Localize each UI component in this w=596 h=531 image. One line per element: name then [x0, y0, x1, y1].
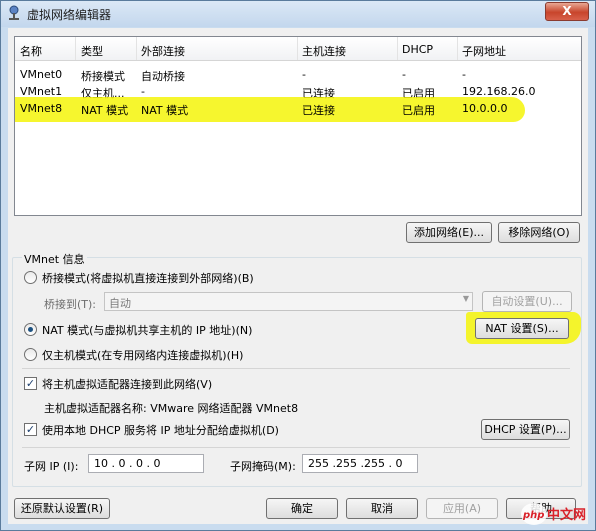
subnet-mask-field[interactable]: 255 .255 .255 . 0	[302, 454, 418, 473]
bridged-to-label: 桥接到(T):	[44, 298, 97, 311]
chevron-down-icon: ▼	[462, 294, 469, 303]
php-watermark-logo: php 中文网	[521, 503, 586, 525]
svg-text:中文网: 中文网	[547, 507, 586, 523]
subnet-ip-field[interactable]: 10 . 0 . 0 . 0	[88, 454, 204, 473]
use-dhcp-checkbox[interactable]: ✓	[24, 423, 37, 436]
ok-button[interactable]: 确定	[266, 498, 338, 519]
vmnet-info-title: VMnet 信息	[22, 251, 87, 267]
use-dhcp-label[interactable]: 使用本地 DHCP 服务将 IP 地址分配给虚拟机(D)	[42, 422, 279, 438]
svg-text:php: php	[522, 510, 544, 521]
bridged-mode-label[interactable]: 桥接模式(将虚拟机直接连接到外部网络)(B)	[42, 270, 254, 286]
divider	[22, 368, 570, 369]
column-header-dhcp[interactable]: DHCP	[402, 43, 433, 56]
cell-type: NAT 模式	[81, 104, 129, 117]
subnet-mask-label: 子网掩码(M):	[230, 460, 296, 473]
table-row-selected[interactable]: VMnet8 NAT 模式 NAT 模式 已连接 已启用 10.0.0.0	[15, 100, 581, 117]
column-header-subnet[interactable]: 子网地址	[462, 43, 506, 59]
network-icon	[9, 5, 19, 20]
close-button[interactable]: X	[545, 2, 589, 21]
cancel-button[interactable]: 取消	[346, 498, 418, 519]
nat-mode-radio[interactable]	[24, 323, 37, 336]
cell-external: 自动桥接	[141, 70, 185, 83]
apply-button[interactable]: 应用(A)	[426, 498, 498, 519]
column-header-type[interactable]: 类型	[81, 43, 103, 59]
virtual-network-editor-window: 虚拟网络编辑器 X 名称 类型 外部连接 主机连接 DHCP 子网地址 VMne…	[0, 0, 596, 531]
title-bar[interactable]: 虚拟网络编辑器 X	[1, 1, 595, 27]
cell-host: -	[302, 68, 306, 81]
add-network-button[interactable]: 添加网络(E)...	[406, 222, 492, 243]
divider	[22, 447, 570, 448]
adapter-name-text: 主机虚拟适配器名称: VMware 网络适配器 VMnet8	[44, 402, 299, 415]
cell-external: NAT 模式	[141, 104, 189, 117]
nat-settings-button[interactable]: NAT 设置(S)...	[475, 318, 569, 339]
cell-host: 已连接	[302, 104, 335, 117]
cell-name: VMnet0	[20, 68, 63, 81]
column-header-external[interactable]: 外部连接	[141, 43, 185, 59]
network-list[interactable]: 名称 类型 外部连接 主机连接 DHCP 子网地址 VMnet0 桥接模式 自动…	[14, 36, 582, 216]
nat-mode-label[interactable]: NAT 模式(与虚拟机共享主机的 IP 地址)(N)	[42, 322, 252, 338]
column-header-name[interactable]: 名称	[20, 43, 42, 59]
bridged-to-select[interactable]: 自动 ▼	[104, 292, 473, 311]
bridged-mode-radio[interactable]	[24, 271, 37, 284]
cell-subnet: -	[462, 68, 466, 81]
dhcp-settings-button[interactable]: DHCP 设置(P)...	[481, 419, 570, 440]
host-only-mode-radio[interactable]	[24, 348, 37, 361]
table-row[interactable]: VMnet0 桥接模式 自动桥接 - - -	[15, 66, 581, 83]
subnet-ip-label: 子网 IP (I):	[24, 460, 79, 473]
auto-settings-button[interactable]: 自动设置(U)...	[482, 291, 572, 312]
restore-defaults-button[interactable]: 还原默认设置(R)	[14, 498, 110, 519]
list-header: 名称 类型 外部连接 主机连接 DHCP 子网地址	[15, 37, 581, 61]
cell-dhcp: -	[402, 68, 406, 81]
column-header-host[interactable]: 主机连接	[302, 43, 346, 59]
host-only-mode-label[interactable]: 仅主机模式(在专用网络内连接虚拟机)(H)	[42, 347, 243, 363]
bridged-to-value: 自动	[109, 297, 131, 310]
dialog-body: 名称 类型 外部连接 主机连接 DHCP 子网地址 VMnet0 桥接模式 自动…	[8, 28, 588, 524]
cell-type: 桥接模式	[81, 70, 125, 83]
cell-dhcp: 已启用	[402, 104, 435, 117]
cell-subnet: 10.0.0.0	[462, 102, 508, 115]
connect-adapter-checkbox[interactable]: ✓	[24, 377, 37, 390]
window-title: 虚拟网络编辑器	[27, 8, 112, 22]
connect-adapter-label[interactable]: 将主机虚拟适配器连接到此网络(V)	[42, 376, 212, 392]
cell-name: VMnet8	[20, 102, 63, 115]
remove-network-button[interactable]: 移除网络(O)	[498, 222, 580, 243]
